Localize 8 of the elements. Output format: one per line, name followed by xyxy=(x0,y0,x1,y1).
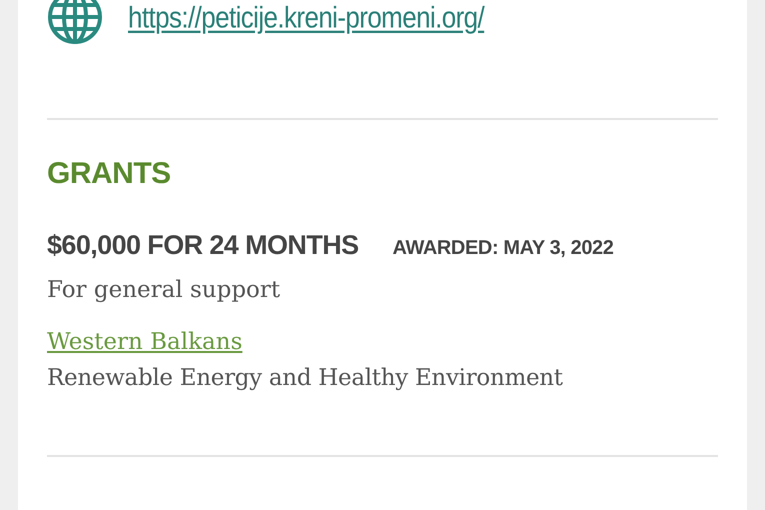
program-name: Renewable Energy and Healthy Environment xyxy=(47,365,564,391)
section-heading: GRANTS xyxy=(47,156,172,192)
award-date: AWARDED: MAY 3, 2022 xyxy=(392,237,614,260)
globe-icon xyxy=(47,0,103,45)
region-link[interactable]: Western Balkans xyxy=(47,329,242,355)
website-link[interactable]: https://peticije.kreni-promeni.org/ xyxy=(128,0,484,35)
grant-amount: $60,000 FOR 24 MONTHS xyxy=(47,230,359,261)
grant-purpose: For general support xyxy=(47,277,282,303)
